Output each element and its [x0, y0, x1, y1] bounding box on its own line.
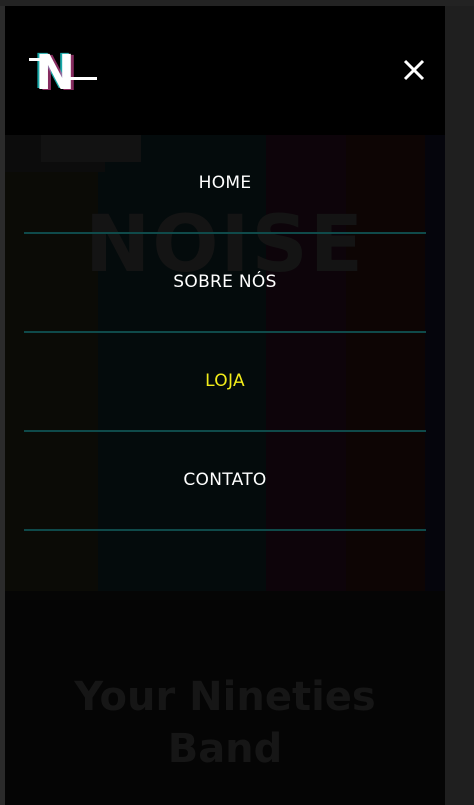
- menu-item-home[interactable]: HOME: [24, 135, 426, 234]
- logo-glitch-line: [69, 77, 97, 80]
- hero-tagline: Your Nineties Band: [5, 671, 445, 775]
- close-menu-button[interactable]: [400, 56, 428, 84]
- hero-tagline-line: Band: [167, 726, 283, 772]
- menu-item-contato[interactable]: CONTATO: [24, 432, 426, 531]
- menu-item-loja[interactable]: LOJA: [24, 333, 426, 432]
- page-viewport: NOISE Your Nineties Band N N N HOME SOBR…: [5, 6, 445, 805]
- logo-glitch-line: [29, 58, 51, 61]
- hero-tagline-line: Your Nineties: [74, 674, 376, 720]
- menu-item-label: SOBRE NÓS: [173, 272, 277, 292]
- mobile-nav-menu: HOME SOBRE NÓS LOJA CONTATO: [24, 135, 426, 531]
- menu-item-sobre-nos[interactable]: SOBRE NÓS: [24, 234, 426, 333]
- scrollbar-track[interactable]: [445, 6, 474, 805]
- logo-letter: N: [35, 45, 75, 100]
- site-header: N N N: [5, 6, 445, 135]
- logo[interactable]: N N N: [29, 44, 97, 102]
- menu-item-label: CONTATO: [183, 470, 267, 490]
- menu-item-label: LOJA: [205, 371, 245, 391]
- close-icon: [403, 59, 425, 81]
- menu-item-label: HOME: [198, 173, 252, 193]
- logo-icon: N N N: [29, 44, 97, 102]
